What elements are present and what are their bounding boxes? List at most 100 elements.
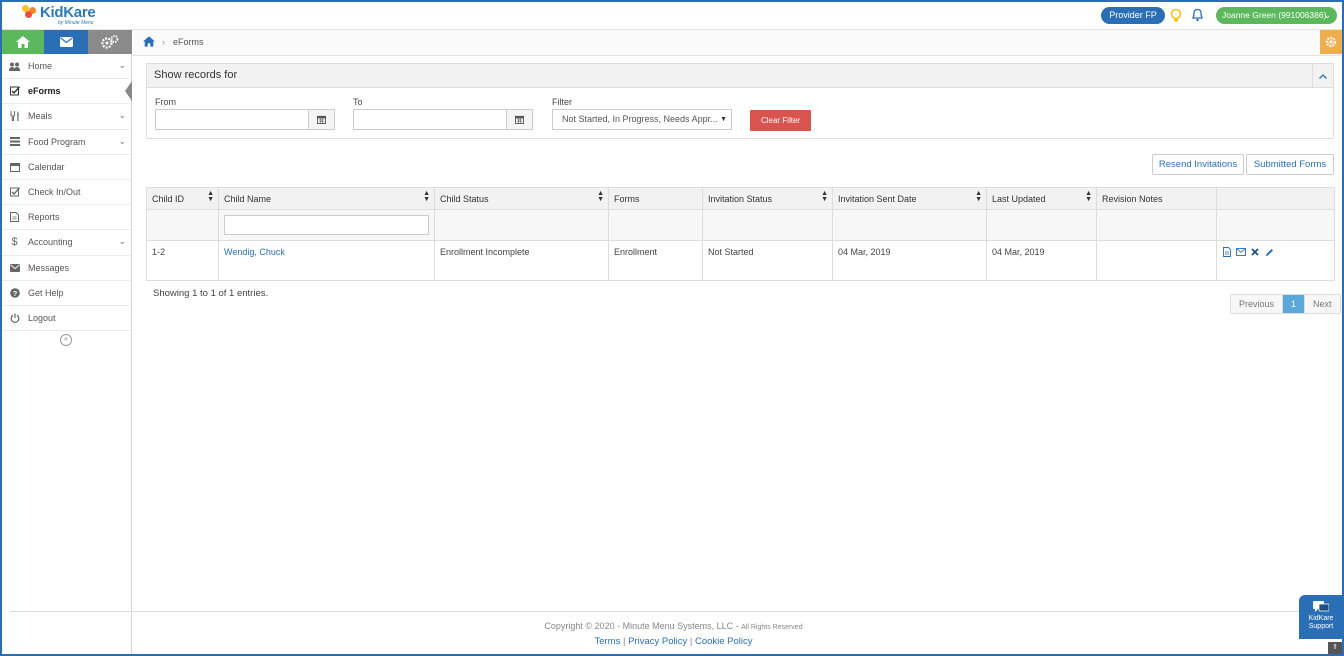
cookie-policy-link[interactable]: Cookie Policy xyxy=(695,636,753,647)
child-name-search-input[interactable] xyxy=(224,215,429,235)
footer-links: Terms | Privacy Policy | Cookie Policy xyxy=(133,636,1214,647)
column-header-actions xyxy=(1216,187,1335,210)
sort-icon: ▲ ▼ xyxy=(975,190,982,203)
provider-button[interactable]: Provider FP xyxy=(1101,7,1165,24)
kidkare-support-button[interactable]: KidKare Support xyxy=(1299,595,1343,639)
column-header-child-id[interactable]: Child ID ▲ ▼ xyxy=(146,187,219,210)
sidebar-item-get-help[interactable]: ? Get Help xyxy=(2,281,131,306)
eforms-table: Child ID ▲ ▼ Child Name ▲ ▼ Child Status ▲ ▼ F… xyxy=(146,187,1335,281)
sidebar-item-check-in-out[interactable]: Check In/Out xyxy=(2,180,131,206)
delete-icon[interactable] xyxy=(1250,247,1260,257)
child-name-link[interactable]: Wendig, Chuck xyxy=(224,247,285,257)
chevron-down-icon: ⌄ xyxy=(118,110,126,121)
cell-invitation-status: Not Started xyxy=(702,240,833,281)
sidebar-item-label: Get Help xyxy=(28,287,64,298)
user-menu-button[interactable]: Joanne Green (991006386) ⌄ xyxy=(1216,7,1337,24)
edit-pencil-icon[interactable] xyxy=(1264,247,1274,257)
sidebar-item-calendar[interactable]: Calendar xyxy=(2,155,131,180)
sidebar-item-messages[interactable]: Messages xyxy=(2,256,131,281)
to-label: To xyxy=(353,97,363,107)
tab-home[interactable] xyxy=(2,30,44,54)
bell-icon[interactable] xyxy=(1191,8,1204,22)
home-icon xyxy=(16,36,30,48)
lightbulb-icon[interactable] xyxy=(1170,8,1182,24)
column-header-forms: Forms xyxy=(608,187,703,210)
breadcrumb-current: eForms xyxy=(173,37,204,47)
resend-invitations-button[interactable]: Resend Invitations xyxy=(1152,154,1244,175)
terms-link[interactable]: Terms xyxy=(594,636,620,647)
privacy-policy-link[interactable]: Privacy Policy xyxy=(628,636,687,647)
cell-revision-notes xyxy=(1096,240,1217,281)
filter-select[interactable]: Not Started, In Progress, Needs Appr... … xyxy=(552,109,732,130)
chevron-down-icon: ⌄ xyxy=(1323,10,1331,20)
sort-icon: ▲ ▼ xyxy=(423,190,430,203)
calendar-icon[interactable] xyxy=(308,110,334,129)
filter-select-value: Not Started, In Progress, Needs Appr... xyxy=(562,114,718,124)
question-icon: ? xyxy=(9,287,20,298)
tab-messages[interactable] xyxy=(44,30,88,54)
footer-sep: | xyxy=(622,636,626,647)
sidebar-item-eforms[interactable]: eForms xyxy=(2,79,132,105)
chevron-down-icon: ⌄ xyxy=(118,236,126,247)
next-page-button[interactable]: Next xyxy=(1305,295,1340,313)
chevron-up-icon[interactable] xyxy=(1312,64,1333,88)
scroll-to-top-icon[interactable]: ⇑ xyxy=(1328,642,1342,654)
chevron-down-icon: ⌄ xyxy=(118,60,126,70)
logo-mark-icon xyxy=(22,5,38,19)
cell-child-status: Enrollment Incomplete xyxy=(434,240,609,281)
calendar-icon xyxy=(9,161,20,172)
view-document-icon[interactable] xyxy=(1222,247,1232,257)
checkbox-icon xyxy=(9,86,20,97)
table-row: 1-2 Wendig, Chuck Enrollment Incomplete … xyxy=(146,240,1335,281)
quick-tabs xyxy=(2,30,132,54)
column-header-invitation-sent-date[interactable]: Invitation Sent Date ▲ ▼ xyxy=(832,187,987,210)
sort-icon: ▲ ▼ xyxy=(207,190,214,203)
gear-icon[interactable] xyxy=(1320,30,1342,54)
panel-header: Show records for xyxy=(147,64,1333,88)
check-icon xyxy=(9,187,20,198)
column-header-invitation-status[interactable]: Invitation Status ▲ ▼ xyxy=(702,187,833,210)
breadcrumb: › eForms xyxy=(133,30,1342,56)
previous-page-button[interactable]: Previous xyxy=(1231,295,1283,313)
sidebar-item-logout[interactable]: Logout xyxy=(2,306,131,332)
support-label-1: KidKare xyxy=(1308,615,1334,622)
table-filter-row xyxy=(146,209,1335,241)
column-header-child-status[interactable]: Child Status ▲ ▼ xyxy=(434,187,609,210)
envelope-icon xyxy=(59,37,73,47)
svg-text:?: ? xyxy=(12,289,17,298)
sidebar-item-label: Food Program xyxy=(28,136,86,147)
page-1-button[interactable]: 1 xyxy=(1282,295,1306,313)
sidebar-item-food-program[interactable]: Food Program ⌄ xyxy=(2,130,131,155)
sidebar-item-meals[interactable]: Meals ⌄ xyxy=(2,104,131,130)
sidebar-item-label: Logout xyxy=(28,312,56,323)
tab-settings[interactable] xyxy=(88,30,132,54)
sidebar-item-reports[interactable]: Reports xyxy=(2,205,131,231)
calendar-icon[interactable] xyxy=(506,110,532,129)
home-icon[interactable] xyxy=(143,36,155,47)
to-date-input[interactable] xyxy=(353,109,533,130)
from-label: From xyxy=(155,97,176,107)
showing-entries-text: Showing 1 to 1 of 1 entries. xyxy=(153,288,269,299)
sidebar-item-label: Messages xyxy=(28,262,70,273)
cell-last-updated: 04 Mar, 2019 xyxy=(986,240,1097,281)
clear-filter-button[interactable]: Clear Filter xyxy=(750,110,811,131)
collapse-sidebar-icon[interactable]: « xyxy=(60,334,72,346)
sidebar-item-label: Meals xyxy=(28,111,53,122)
pagination: Previous 1 Next xyxy=(1230,294,1341,314)
logo-text: KidKare xyxy=(40,4,96,21)
logo-subtext: by Minute Menu xyxy=(58,20,94,26)
sidebar-item-accounting[interactable]: $ Accounting ⌄ xyxy=(2,230,131,256)
submitted-forms-button[interactable]: Submitted Forms xyxy=(1246,154,1334,175)
panel-title: Show records for xyxy=(154,69,238,81)
from-date-input[interactable] xyxy=(155,109,335,130)
fork-knife-icon xyxy=(9,111,20,122)
column-header-child-name[interactable]: Child Name ▲ ▼ xyxy=(218,187,435,210)
gears-icon xyxy=(101,35,119,49)
sidebar-item-label: Check In/Out xyxy=(28,187,81,198)
column-header-last-updated[interactable]: Last Updated ▲ ▼ xyxy=(986,187,1097,210)
kidkare-logo[interactable]: KidKare by Minute Menu xyxy=(22,4,96,27)
sidebar-item-home[interactable]: Home ⌄ xyxy=(2,54,131,80)
resend-email-icon[interactable] xyxy=(1236,247,1246,257)
chevron-down-icon: ⌄ xyxy=(118,135,126,146)
sidebar-item-label: Reports xyxy=(28,212,60,223)
